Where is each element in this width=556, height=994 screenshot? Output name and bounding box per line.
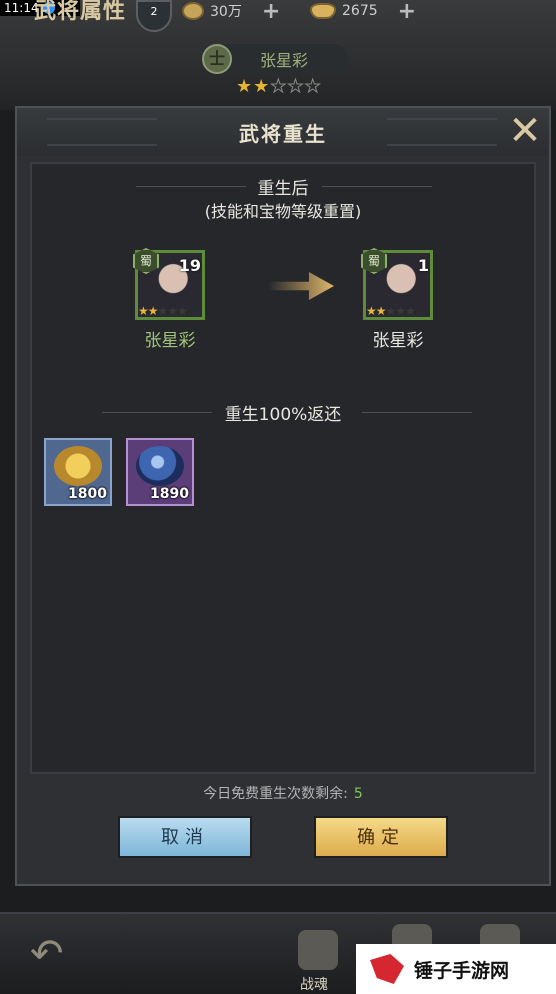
watermark-logo-icon [370,954,404,984]
reward-item-copper[interactable]: 1800 [44,438,112,506]
star-icon: ★ [253,76,271,97]
cancel-button[interactable]: 取消 [118,816,252,858]
gold-ingot-icon [310,3,336,19]
exp-orb-icon [136,446,184,486]
hero-level: 19 [178,256,201,275]
ingot-resource: 2675 + [310,0,416,24]
confirm-button[interactable]: 确定 [314,816,448,858]
free-rebirth-count: 5 [353,786,363,802]
ingot-amount: 2675 [342,3,378,19]
rebirth-dialog: 武将重生 ✕ 重生后 (技能和宝物等级重置) 蜀 19 ★★★★★ 张星彩 蜀 … [15,106,551,886]
hero-star-rating: ★★★★★ [236,76,322,98]
hero-card-stars: ★★★★★ [366,304,416,318]
return-title: 重生100%返还 [224,405,342,425]
site-watermark: 锤子手游网 [356,944,556,994]
free-rebirth-info: 今日免费重生次数剩余: 5 [17,783,549,803]
star-icon: ★ [236,76,254,97]
rebirth-panel: 重生后 (技能和宝物等级重置) 蜀 19 ★★★★★ 张星彩 蜀 1 ★★★★★… [30,162,536,774]
dialog-title: 武将重生 [239,122,327,146]
add-ingot-button[interactable]: + [398,0,416,24]
free-rebirth-label: 今日免费重生次数剩余: [203,786,348,802]
page-title: 武将属性 [34,0,127,24]
close-icon[interactable]: ✕ [507,111,543,151]
class-emblem-icon: 士 [202,44,232,74]
dialog-header: 武将重生 ✕ [17,108,549,156]
hero-card-before[interactable]: 蜀 19 ★★★★★ [133,248,205,320]
hero-name-after: 张星彩 [372,331,424,351]
star-empty-icon: ★ [304,76,322,98]
star-empty-icon: ★ [270,76,288,98]
watermark-text: 锤子手游网 [414,959,510,982]
war-soul-label: 战魂 [300,977,328,993]
hero-banner-name: 张星彩 [260,51,309,70]
reward-quantity: 1800 [68,486,107,502]
copper-coin-icon [182,2,204,20]
war-soul-icon[interactable] [298,930,338,970]
hero-name-before: 张星彩 [144,331,196,351]
hero-level: 1 [417,256,429,275]
copper-amount: 30万 [210,4,242,20]
reset-note: (技能和宝物等级重置) [204,202,362,221]
hero-card-stars: ★★★★★ [138,304,188,318]
hero-card-after[interactable]: 蜀 1 ★★★★★ [361,248,433,320]
hero-banner: 士 张星彩 [202,44,348,74]
arrow-right-icon [268,272,334,300]
back-arrow-icon[interactable]: ↶ [30,934,78,976]
reward-item-exp[interactable]: 1890 [126,438,194,506]
reward-quantity: 1890 [150,486,189,502]
copper-resource: 30万 + [182,0,280,24]
add-copper-button[interactable]: + [262,0,280,24]
star-empty-icon: ★ [287,76,305,98]
copper-coins-icon [54,446,102,486]
after-rebirth-title: 重生后 [257,179,309,199]
